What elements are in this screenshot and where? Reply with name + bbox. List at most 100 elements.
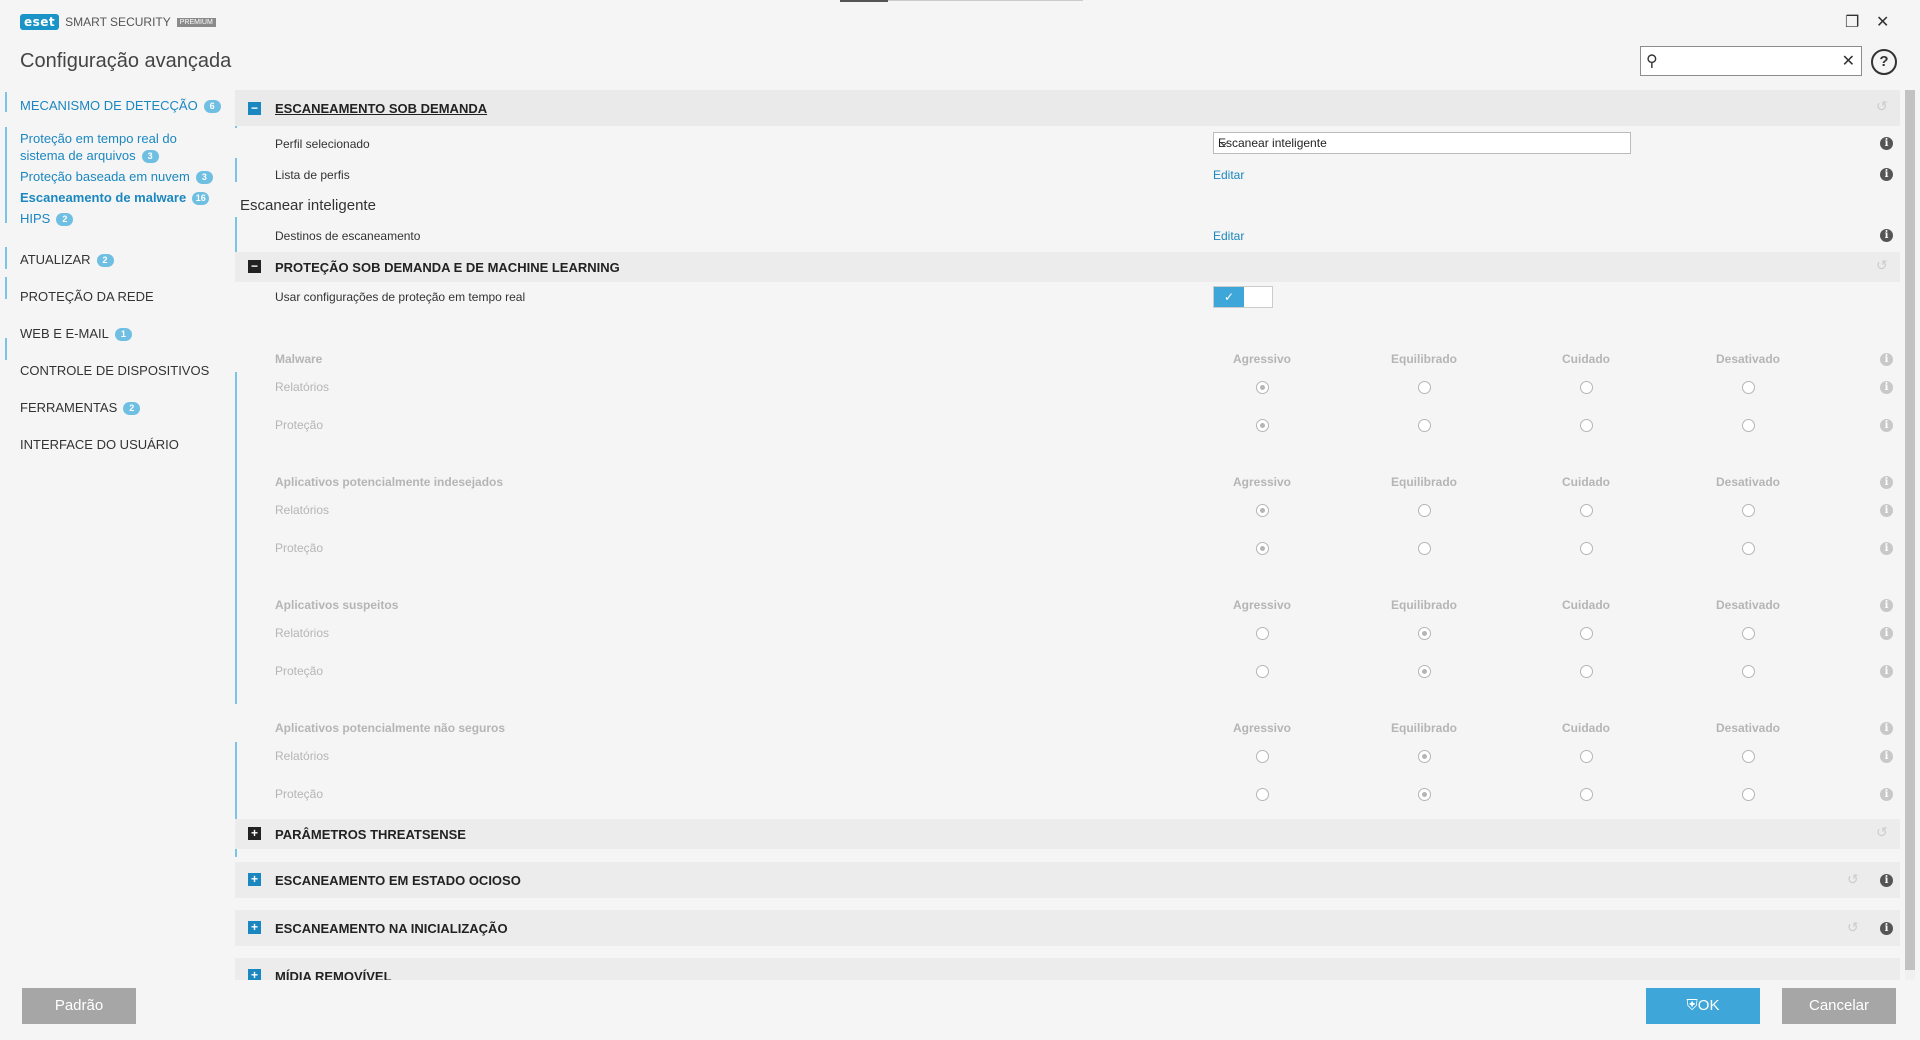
section-idle-scan[interactable]: + ESCANEAMENTO EM ESTADO OCIOSO ↺ i <box>235 862 1900 898</box>
radio-desativado[interactable] <box>1742 665 1755 678</box>
ok-button[interactable]: ⛨OK <box>1646 988 1760 1024</box>
info-icon[interactable]: i <box>1880 476 1893 489</box>
radio-equilibrado[interactable] <box>1418 504 1431 517</box>
search-box[interactable]: ⚲ ✕ <box>1640 46 1862 76</box>
info-icon[interactable]: i <box>1880 627 1893 640</box>
clear-search-icon[interactable]: ✕ <box>1842 51 1855 71</box>
title-bar: eset SMART SECURITY PREMIUM ❐ ✕ <box>0 0 1920 40</box>
default-button[interactable]: Padrão <box>22 988 136 1024</box>
expand-icon[interactable]: + <box>248 873 261 886</box>
sidebar-item-user-interface[interactable]: INTERFACE DO USUÁRIO <box>20 437 179 452</box>
radio-agressivo[interactable] <box>1256 750 1269 763</box>
sidebar-item-malware-scans[interactable]: Escaneamento de malware 16 <box>20 189 210 206</box>
radio-cuidado[interactable] <box>1580 627 1593 640</box>
info-icon[interactable]: i <box>1880 137 1893 150</box>
radio-agressivo[interactable] <box>1256 627 1269 640</box>
collapse-icon[interactable]: − <box>248 260 261 273</box>
search-input[interactable] <box>1669 50 1833 74</box>
sidebar-item-label: sistema de arquivos <box>20 148 136 163</box>
info-icon[interactable]: i <box>1880 353 1893 366</box>
radio-equilibrado[interactable] <box>1418 665 1431 678</box>
info-icon[interactable]: i <box>1880 788 1893 801</box>
expand-icon[interactable]: + <box>248 827 261 840</box>
radio-equilibrado[interactable] <box>1418 542 1431 555</box>
sidebar-item-hips[interactable]: HIPS 2 <box>20 210 74 227</box>
radio-desativado[interactable] <box>1742 788 1755 801</box>
radio-cuidado[interactable] <box>1580 419 1593 432</box>
info-icon[interactable]: i <box>1880 419 1893 432</box>
info-icon[interactable]: i <box>1880 168 1893 181</box>
info-icon[interactable]: i <box>1880 504 1893 517</box>
radio-agressivo[interactable] <box>1256 542 1269 555</box>
expand-icon[interactable]: + <box>248 969 261 980</box>
section-on-demand-scan[interactable]: − ESCANEAMENTO SOB DEMANDA ↺ <box>235 90 1900 126</box>
sidebar-item-realtime-protection[interactable]: Proteção em tempo real do sistema de arq… <box>20 130 177 164</box>
section-removable-media[interactable]: + MÍDIA REMOVÍVEL <box>235 958 1900 980</box>
radio-equilibrado[interactable] <box>1418 627 1431 640</box>
realtime-settings-toggle[interactable]: ✓ <box>1213 286 1273 308</box>
search-icon: ⚲ <box>1646 53 1658 70</box>
sidebar-item-label: HIPS <box>20 211 51 226</box>
radio-equilibrado[interactable] <box>1418 381 1431 394</box>
help-icon[interactable]: ? <box>1871 49 1897 75</box>
radio-desativado[interactable] <box>1742 381 1755 394</box>
radio-equilibrado[interactable] <box>1418 750 1431 763</box>
radio-agressivo[interactable] <box>1256 504 1269 517</box>
radio-cuidado[interactable] <box>1580 788 1593 801</box>
radio-equilibrado[interactable] <box>1418 419 1431 432</box>
reset-icon[interactable]: ↺ <box>1847 871 1859 888</box>
sidebar-item-web-email[interactable]: WEB E E-MAIL 1 <box>20 326 132 342</box>
reset-icon[interactable]: ↺ <box>1847 919 1859 936</box>
radio-agressivo[interactable] <box>1256 381 1269 394</box>
radio-agressivo[interactable] <box>1256 419 1269 432</box>
reset-icon[interactable]: ↺ <box>1876 98 1888 115</box>
radio-agressivo[interactable] <box>1256 788 1269 801</box>
sidebar-item-label: INTERFACE DO USUÁRIO <box>20 437 179 452</box>
section-threatsense[interactable]: + PARÂMETROS THREATSENSE ↺ <box>235 819 1900 849</box>
scrollbar-thumb[interactable] <box>1905 90 1915 970</box>
info-icon[interactable]: i <box>1880 922 1893 935</box>
info-icon[interactable]: i <box>1880 750 1893 763</box>
radio-cuidado[interactable] <box>1580 665 1593 678</box>
radio-desativado[interactable] <box>1742 504 1755 517</box>
radio-equilibrado[interactable] <box>1418 788 1431 801</box>
sidebar-item-update[interactable]: ATUALIZAR 2 <box>20 252 114 268</box>
close-window-icon[interactable]: ✕ <box>1876 12 1889 32</box>
radio-cuidado[interactable] <box>1580 542 1593 555</box>
cancel-button[interactable]: Cancelar <box>1782 988 1896 1024</box>
section-startup-scan[interactable]: + ESCANEAMENTO NA INICIALIZAÇÃO ↺ i <box>235 910 1900 946</box>
radio-desativado[interactable] <box>1742 419 1755 432</box>
edition-badge: PREMIUM <box>176 17 216 27</box>
radio-desativado[interactable] <box>1742 750 1755 763</box>
edit-targets-link[interactable]: Editar <box>1213 229 1244 243</box>
sidebar-item-detection-engine[interactable]: MECANISMO DE DETECÇÃO 6 <box>20 98 221 114</box>
radio-cuidado[interactable] <box>1580 750 1593 763</box>
info-icon[interactable]: i <box>1880 381 1893 394</box>
radio-agressivo[interactable] <box>1256 665 1269 678</box>
info-icon[interactable]: i <box>1880 722 1893 735</box>
collapse-icon[interactable]: − <box>248 102 261 115</box>
section-machine-learning[interactable]: − PROTEÇÃO SOB DEMANDA E DE MACHINE LEAR… <box>235 252 1900 282</box>
sidebar-item-device-control[interactable]: CONTROLE DE DISPOSITIVOS <box>20 363 209 378</box>
reset-icon[interactable]: ↺ <box>1876 257 1888 274</box>
info-icon[interactable]: i <box>1880 229 1893 242</box>
radio-desativado[interactable] <box>1742 627 1755 640</box>
sidebar-item-network-protection[interactable]: PROTEÇÃO DA REDE <box>20 289 154 304</box>
radio-cuidado[interactable] <box>1580 504 1593 517</box>
info-icon[interactable]: i <box>1880 874 1893 887</box>
radio-desativado[interactable] <box>1742 542 1755 555</box>
sidebar-item-tools[interactable]: FERRAMENTAS 2 <box>20 400 141 416</box>
column-header: Agressivo <box>1232 352 1292 366</box>
info-icon[interactable]: i <box>1880 599 1893 612</box>
edit-profiles-link[interactable]: Editar <box>1213 168 1244 182</box>
protection-group-title: Aplicativos suspeitos <box>275 598 399 612</box>
restore-window-icon[interactable]: ❐ <box>1845 12 1859 32</box>
profile-dropdown[interactable]: Escanear inteligente ⌄ <box>1213 132 1631 154</box>
count-badge: 1 <box>114 328 132 342</box>
info-icon[interactable]: i <box>1880 542 1893 555</box>
sidebar-item-cloud-protection[interactable]: Proteção baseada em nuvem 3 <box>20 168 213 185</box>
reset-icon[interactable]: ↺ <box>1876 824 1888 841</box>
info-icon[interactable]: i <box>1880 665 1893 678</box>
radio-cuidado[interactable] <box>1580 381 1593 394</box>
expand-icon[interactable]: + <box>248 921 261 934</box>
